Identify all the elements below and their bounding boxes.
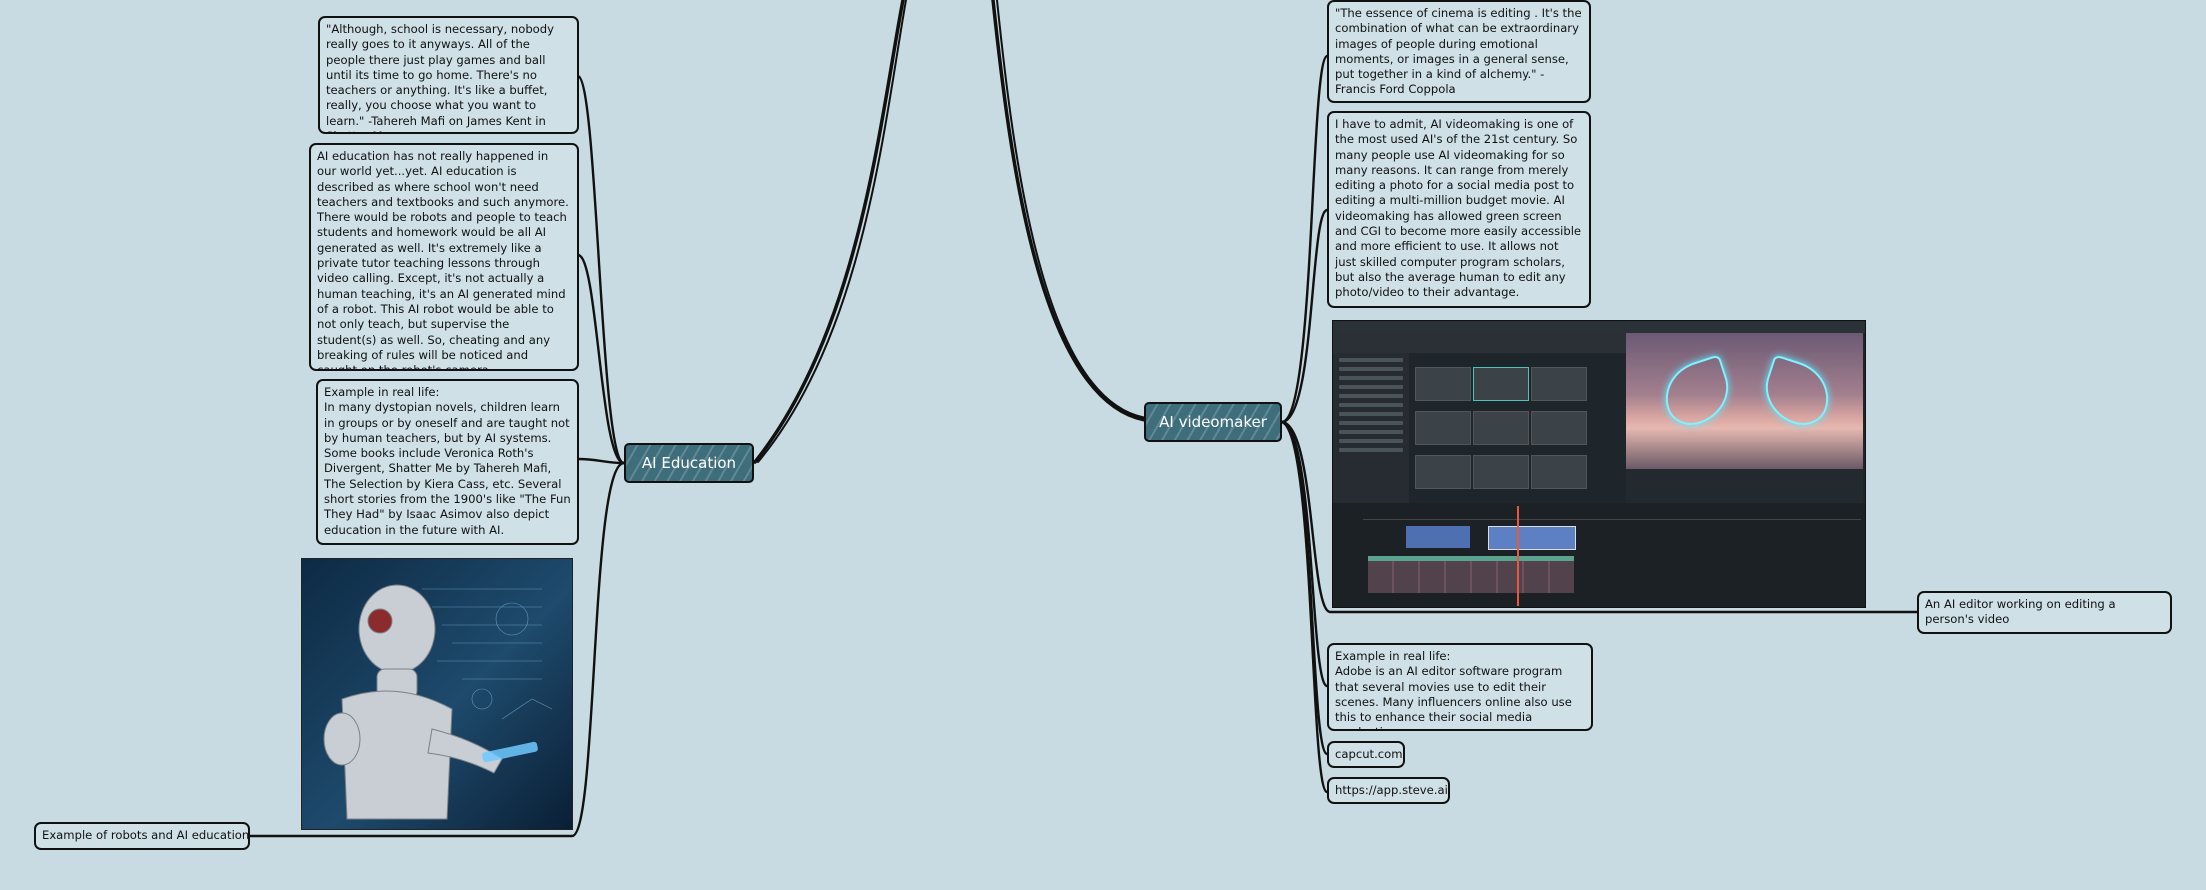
editor-playback-controls xyxy=(1626,469,1863,503)
note-video-quote[interactable]: "The essence of cinema is editing . It's… xyxy=(1327,0,1591,103)
editor-toolbar xyxy=(1333,333,1626,353)
note-education-quote[interactable]: "Although, school is necessary, nobody r… xyxy=(318,16,579,134)
neon-wing-left xyxy=(1656,354,1738,432)
timeline-clip-a xyxy=(1406,526,1470,548)
node-ai-videomaker-label: AI videomaker xyxy=(1159,413,1267,431)
editor-sidebar xyxy=(1333,353,1409,503)
timeline-video-track xyxy=(1368,561,1574,593)
editor-titlebar xyxy=(1333,321,1865,333)
node-ai-videomaker[interactable]: AI videomaker xyxy=(1144,402,1282,442)
link-capcut[interactable]: capcut.com xyxy=(1327,741,1405,768)
timeline-playhead xyxy=(1517,506,1519,606)
node-ai-education[interactable]: AI Education xyxy=(624,443,754,483)
neon-wing-right xyxy=(1756,354,1838,432)
video-editor-screenshot[interactable] xyxy=(1332,320,1866,608)
note-education-description[interactable]: AI education has not really happened in … xyxy=(309,143,579,371)
robot-teacher-image[interactable] xyxy=(301,558,573,830)
note-education-example[interactable]: Example in real life: In many dystopian … xyxy=(316,379,579,545)
timeline-clip-b xyxy=(1488,526,1576,550)
editor-media-grid xyxy=(1413,365,1623,503)
note-video-example[interactable]: Example in real life: Adobe is an AI edi… xyxy=(1327,643,1593,731)
editor-preview xyxy=(1626,333,1863,469)
note-video-image-caption[interactable]: An AI editor working on editing a person… xyxy=(1917,591,2172,634)
link-steve-ai[interactable]: https://app.steve.ai xyxy=(1327,777,1450,804)
editor-ruler xyxy=(1363,511,1861,520)
note-education-image-caption[interactable]: Example of robots and AI education xyxy=(34,822,250,850)
robot-illustration xyxy=(323,584,553,820)
node-ai-education-label: AI Education xyxy=(641,454,737,472)
note-video-description[interactable]: I have to admit, AI videomaking is one o… xyxy=(1327,111,1591,308)
